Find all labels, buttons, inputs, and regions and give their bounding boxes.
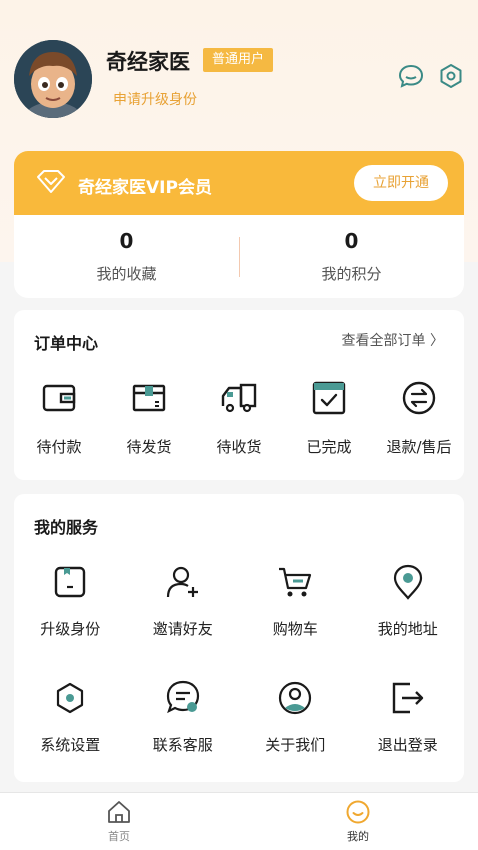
order-completed[interactable]: 已完成 bbox=[284, 378, 374, 457]
upgrade-icon bbox=[50, 562, 90, 602]
service-system-settings[interactable]: 系统设置 bbox=[14, 678, 127, 755]
order-pending-shipment[interactable]: 待发货 bbox=[104, 378, 194, 457]
vip-card: 奇经家医VIP会员 立即开通 0 我的收藏 0 我的积分 bbox=[14, 151, 464, 298]
nav-mine-label: 我的 bbox=[347, 830, 369, 843]
service-shopping-cart[interactable]: 购物车 bbox=[239, 562, 352, 639]
logout-icon bbox=[388, 678, 428, 718]
nav-home-label: 首页 bbox=[108, 830, 130, 843]
cart-icon bbox=[275, 562, 315, 602]
service-label: 关于我们 bbox=[265, 736, 326, 754]
chat-service-icon bbox=[163, 678, 203, 718]
upgrade-identity-link[interactable]: 申请升级身份 bbox=[113, 89, 197, 109]
service-invite-friends[interactable]: 邀请好友 bbox=[127, 562, 240, 639]
favorites-label: 我的收藏 bbox=[96, 265, 157, 283]
service-label: 联系客服 bbox=[152, 736, 213, 754]
favorites-stat[interactable]: 0 我的收藏 bbox=[14, 215, 239, 298]
about-user-icon bbox=[275, 678, 315, 718]
service-my-address[interactable]: 我的地址 bbox=[352, 562, 465, 639]
message-icon[interactable] bbox=[397, 62, 425, 90]
avatar[interactable] bbox=[14, 40, 92, 118]
my-services-title: 我的服务 bbox=[34, 518, 99, 537]
order-label: 已完成 bbox=[306, 438, 352, 456]
service-label: 退出登录 bbox=[377, 736, 438, 754]
service-logout[interactable]: 退出登录 bbox=[352, 678, 465, 755]
nav-mine[interactable]: 我的 bbox=[318, 799, 398, 844]
refund-icon bbox=[399, 378, 439, 418]
vip-title: 奇经家医VIP会员 bbox=[78, 178, 212, 198]
favorites-count: 0 bbox=[119, 229, 134, 253]
truck-icon bbox=[219, 378, 259, 418]
service-contact-support[interactable]: 联系客服 bbox=[127, 678, 240, 755]
order-label: 退款/售后 bbox=[386, 438, 452, 456]
activate-vip-button[interactable]: 立即开通 bbox=[354, 165, 448, 201]
order-label: 待发货 bbox=[126, 438, 172, 456]
nav-home[interactable]: 首页 bbox=[79, 799, 159, 844]
location-icon bbox=[388, 562, 428, 602]
package-icon bbox=[129, 378, 169, 418]
order-pending-payment[interactable]: 待付款 bbox=[14, 378, 104, 457]
points-label: 我的积分 bbox=[321, 265, 382, 283]
user-level-badge: 普通用户 bbox=[203, 48, 274, 72]
service-label: 升级身份 bbox=[40, 620, 101, 638]
points-stat[interactable]: 0 我的积分 bbox=[239, 215, 464, 298]
order-center-title: 订单中心 bbox=[34, 334, 99, 353]
diamond-icon bbox=[36, 169, 66, 195]
service-upgrade-identity[interactable]: 升级身份 bbox=[14, 562, 127, 639]
order-refund-aftersale[interactable]: 退款/售后 bbox=[374, 378, 464, 457]
view-all-orders-link[interactable]: 查看全部订单 〉 bbox=[342, 330, 444, 350]
points-count: 0 bbox=[344, 229, 359, 253]
add-user-icon bbox=[163, 562, 203, 602]
username: 奇经家医 bbox=[106, 50, 190, 74]
service-label: 我的地址 bbox=[377, 620, 438, 638]
service-about-us[interactable]: 关于我们 bbox=[239, 678, 352, 755]
service-label: 购物车 bbox=[272, 620, 318, 638]
order-center-card: 订单中心 查看全部订单 〉 待付款 待发货 待收货 已完成 退款/售后 bbox=[14, 310, 464, 480]
vip-banner: 奇经家医VIP会员 立即开通 bbox=[14, 151, 464, 215]
wallet-icon bbox=[39, 378, 79, 418]
check-box-icon bbox=[309, 378, 349, 418]
service-label: 邀请好友 bbox=[152, 620, 213, 638]
order-label: 待收货 bbox=[216, 438, 262, 456]
service-label: 系统设置 bbox=[40, 736, 101, 754]
settings-icon bbox=[50, 678, 90, 718]
gear-icon[interactable] bbox=[437, 62, 465, 90]
bottom-nav: 首页 我的 bbox=[0, 792, 478, 850]
order-pending-receipt[interactable]: 待收货 bbox=[194, 378, 284, 457]
home-icon bbox=[106, 799, 132, 825]
my-services-card: 我的服务 升级身份 邀请好友 购物车 我的地址 系统设置 联系客服 关于我们 退… bbox=[14, 494, 464, 782]
order-label: 待付款 bbox=[36, 438, 82, 456]
smile-icon bbox=[345, 799, 371, 825]
